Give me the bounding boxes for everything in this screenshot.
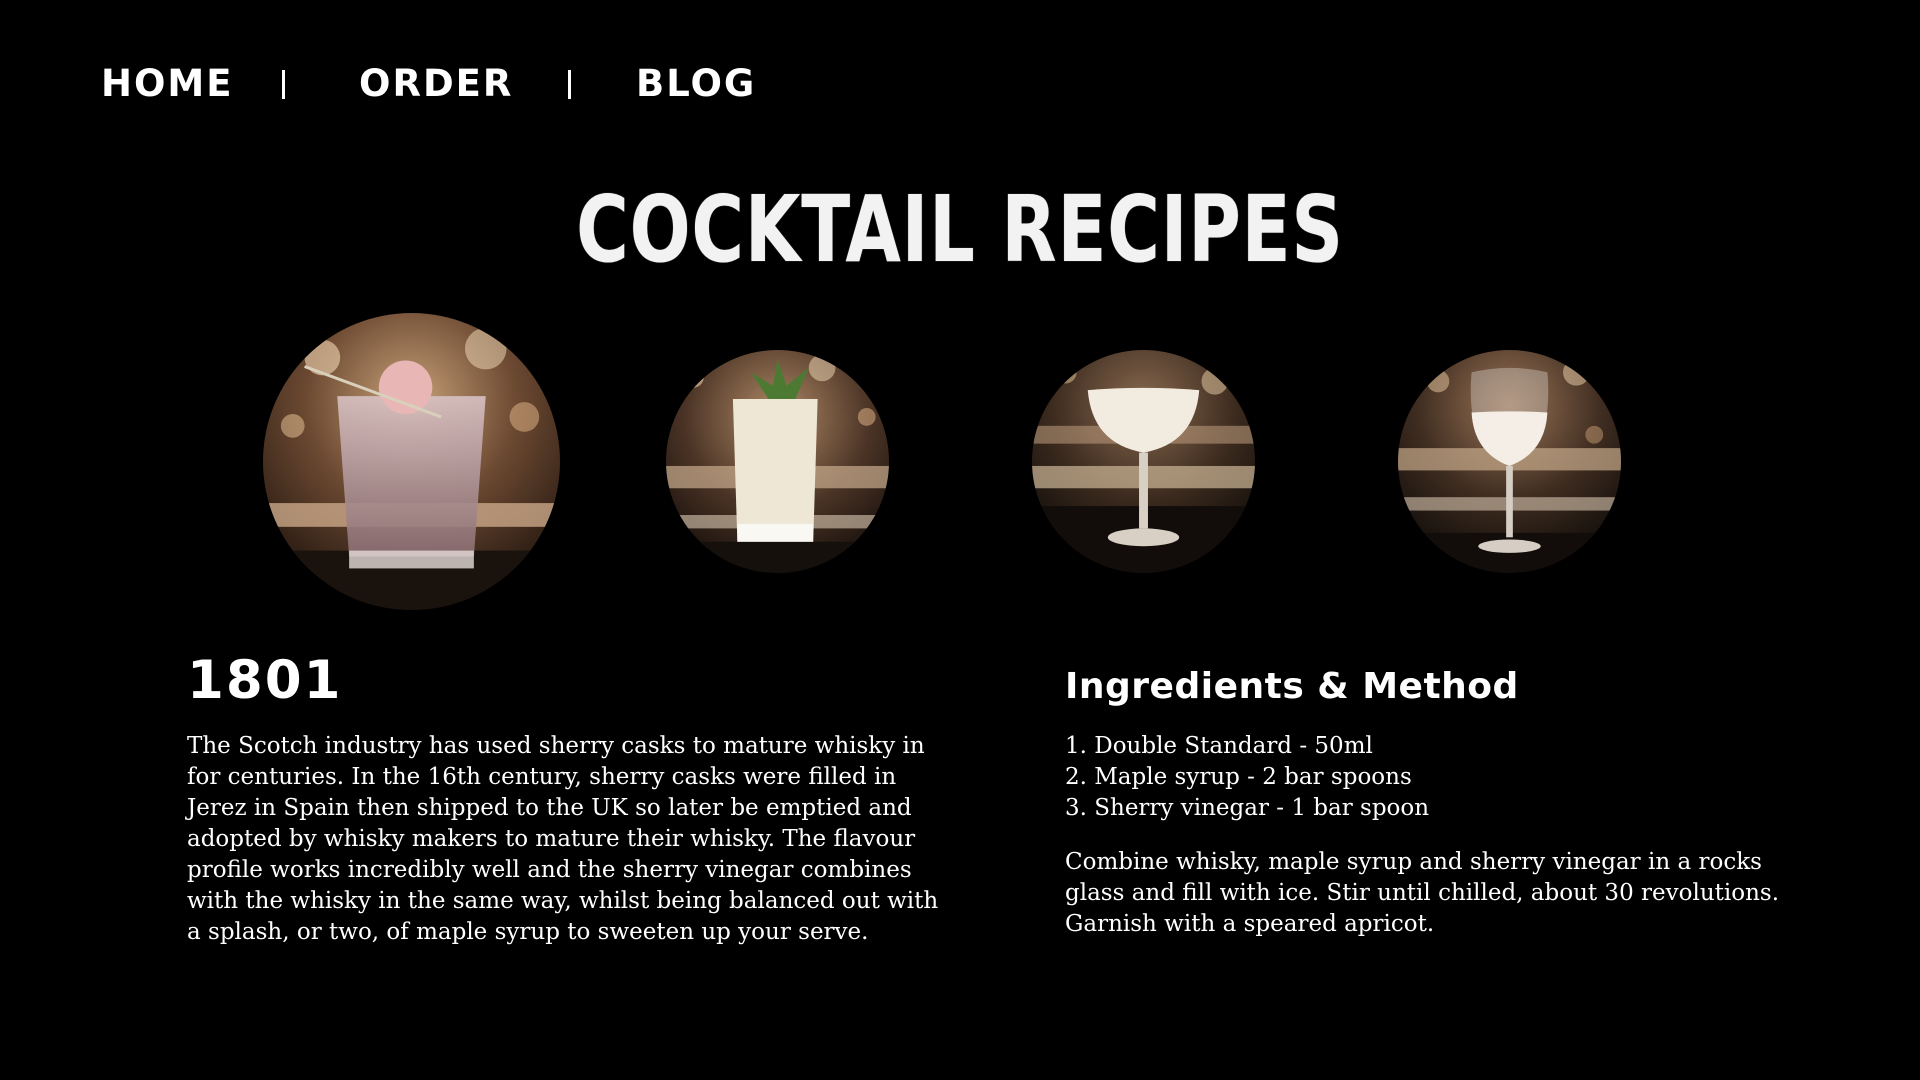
rocks-glass-cocktail-photo[interactable]	[263, 313, 560, 610]
nav-divider	[568, 70, 571, 99]
highball-cocktail-photo[interactable]	[666, 350, 889, 573]
nav-divider	[282, 70, 285, 99]
ingredient-item: 2. Maple syrup - 2 bar spoons	[1065, 764, 1412, 790]
coupe-cocktail-image	[1032, 350, 1255, 573]
highball-cocktail-image	[666, 350, 889, 573]
ingredient-item: 1. Double Standard - 50ml	[1065, 733, 1373, 759]
recipe-name: 1801	[187, 650, 343, 711]
ingredient-item: 3. Sherry vinegar - 1 bar spoon	[1065, 795, 1430, 821]
wine-glass-cocktail-photo[interactable]	[1398, 350, 1621, 573]
main-nav: HOME ORDER BLOG	[0, 60, 900, 108]
nav-order-link[interactable]: ORDER	[359, 60, 513, 108]
ingredients-list: 1. Double Standard - 50ml 2. Maple syrup…	[1065, 731, 1429, 824]
page-title: COCKTAIL RECIPES	[576, 176, 1344, 283]
recipe-description: The Scotch industry has used sherry cask…	[187, 733, 939, 945]
wine-glass-cocktail-image	[1398, 350, 1621, 573]
nav-home-link[interactable]: HOME	[101, 60, 234, 108]
nav-blog-link[interactable]: BLOG	[636, 60, 756, 108]
rocks-glass-cocktail-image	[263, 313, 560, 610]
coupe-cocktail-photo[interactable]	[1032, 350, 1255, 573]
method-text: Combine whisky, maple syrup and sherry v…	[1065, 849, 1779, 937]
ingredients-method-heading: Ingredients & Method	[1065, 666, 1519, 707]
